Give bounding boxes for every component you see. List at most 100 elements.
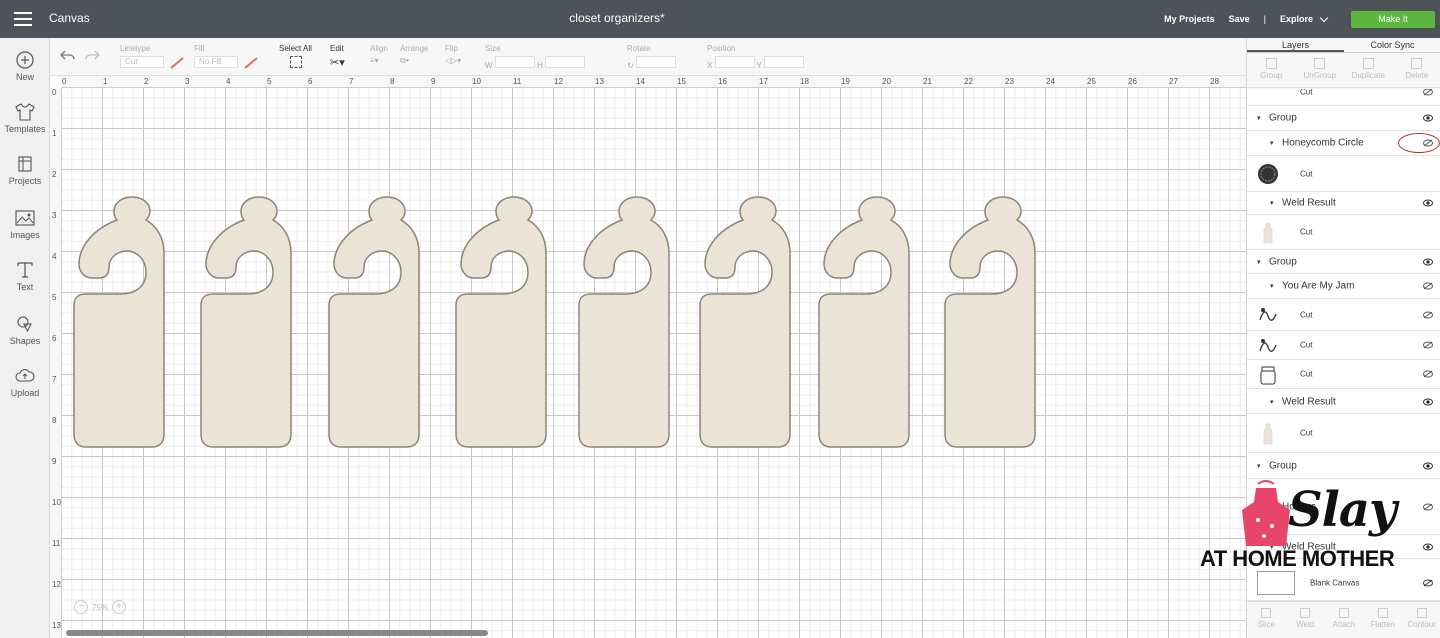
eye-visible-icon[interactable] <box>1423 462 1433 470</box>
layer-cut-row[interactable]: Cut <box>1247 331 1440 360</box>
layer-subgroup-row[interactable]: ▾ Weld Result <box>1247 192 1440 215</box>
zoom-in-button[interactable]: + <box>112 600 127 614</box>
slice-button[interactable]: Slice <box>1247 602 1286 638</box>
design-canvas[interactable]: 0 1 2 3 4 5 6 7 8 9 10 11 12 13 14 15 16 17 18 19 20 21 22 23 24… <box>50 76 1246 638</box>
weld-icon <box>1300 608 1311 618</box>
linetype-color-icon[interactable] <box>170 57 184 69</box>
attach-icon <box>1338 608 1349 618</box>
nav-upload[interactable]: Upload <box>0 366 50 398</box>
layer-cut-row[interactable]: Cut <box>1247 156 1440 192</box>
tab-color-sync[interactable]: Color Sync <box>1344 38 1440 52</box>
eye-visible-icon[interactable] <box>1423 114 1433 122</box>
tab-layers[interactable]: Layers <box>1247 38 1344 52</box>
horizontal-scrollbar[interactable] <box>66 630 488 636</box>
eye-visible-icon[interactable] <box>1423 398 1433 406</box>
contour-button[interactable]: Contour <box>1402 602 1440 638</box>
linetype-control[interactable]: Linetype Cut <box>120 44 164 68</box>
zoom-out-button[interactable]: − <box>74 600 88 614</box>
eye-hidden-icon[interactable] <box>1423 579 1433 587</box>
height-input[interactable] <box>545 56 586 68</box>
layer-subgroup-row[interactable]: ▾ Weld Result <box>1247 390 1440 414</box>
flip-button[interactable]: Flip ◁▷▾ <box>445 44 461 65</box>
arrange-button[interactable]: Arrange ⧉▾ <box>400 44 428 66</box>
closet-tag-shape[interactable] <box>455 196 547 448</box>
group-label: Group <box>1260 71 1283 80</box>
nav-shapes[interactable]: Shapes <box>0 314 50 346</box>
nav-text[interactable]: Text <box>0 260 50 292</box>
x-input[interactable] <box>714 56 755 68</box>
document-title: closet organizers* <box>569 11 665 25</box>
layer-group-row[interactable]: ▾ Group <box>1247 453 1440 479</box>
closet-tag-shape[interactable] <box>578 196 670 448</box>
align-button[interactable]: Align ≡▾ <box>370 44 388 65</box>
caret-down-icon[interactable]: ▾ <box>1257 258 1261 266</box>
y-input[interactable] <box>764 56 805 68</box>
caret-down-icon[interactable]: ▾ <box>1270 282 1274 290</box>
layer-group-row[interactable]: ▾ Group <box>1247 250 1440 274</box>
nav-new[interactable]: New <box>0 50 50 82</box>
select-all-button[interactable]: Select All <box>279 44 312 68</box>
nav-label: Upload <box>10 388 40 398</box>
rotate-input[interactable] <box>635 56 676 68</box>
eye-visible-icon[interactable] <box>1423 199 1433 207</box>
watermark-subtitle: AT HOME MOTHER <box>1200 546 1395 571</box>
size-label: Size <box>485 44 501 53</box>
closet-tag-shape[interactable] <box>699 196 791 448</box>
flip-label: Flip <box>445 44 458 53</box>
closet-tag-shape[interactable] <box>73 196 165 448</box>
closet-tag-shape[interactable] <box>944 196 1036 448</box>
jar-thumbnail-icon <box>1260 366 1276 384</box>
fill-color-icon[interactable] <box>244 57 258 69</box>
layer-cut-row[interactable]: Cut <box>1247 89 1440 106</box>
layer-group-row[interactable]: ▾ Group <box>1247 106 1440 131</box>
linetype-select[interactable]: Cut <box>120 56 164 68</box>
caret-down-icon[interactable]: ▾ <box>1270 139 1274 147</box>
caret-down-icon[interactable]: ▾ <box>1257 114 1261 122</box>
layer-cut-row[interactable]: Cut <box>1247 215 1440 250</box>
tag-shapes <box>73 196 1036 448</box>
save-link[interactable]: Save <box>1229 14 1250 24</box>
blank-canvas-label: Blank Canvas <box>1310 578 1360 587</box>
arrange-label: Arrange <box>400 44 429 53</box>
redo-icon[interactable] <box>84 49 100 63</box>
nav-images[interactable]: Images <box>0 208 50 240</box>
eye-hidden-icon[interactable] <box>1423 311 1433 319</box>
my-projects-link[interactable]: My Projects <box>1164 14 1215 24</box>
layer-subgroup-row[interactable]: ▾ You Are My Jam <box>1247 274 1440 299</box>
group-button[interactable]: Group <box>1247 54 1296 87</box>
flatten-button[interactable]: Flatten <box>1363 602 1402 638</box>
closet-tag-shape[interactable] <box>328 196 420 448</box>
duplicate-button[interactable]: Duplicate <box>1344 54 1393 87</box>
nav-templates[interactable]: Templates <box>0 102 50 134</box>
explore-dropdown[interactable]: Explore <box>1280 13 1329 24</box>
nav-projects[interactable]: Projects <box>0 154 50 186</box>
layer-cut-row[interactable]: Cut <box>1247 360 1440 389</box>
layer-cut-row[interactable]: Cut <box>1247 414 1440 453</box>
caret-down-icon[interactable]: ▾ <box>1257 462 1261 470</box>
top-bar: Canvas closet organizers* My Projects Sa… <box>0 0 1440 38</box>
width-input[interactable] <box>494 56 535 68</box>
eye-hidden-icon[interactable] <box>1423 89 1433 96</box>
eye-hidden-icon[interactable] <box>1423 370 1433 378</box>
eye-visible-icon[interactable] <box>1423 258 1433 266</box>
fill-select[interactable]: No Fill <box>194 56 238 68</box>
nav-label: Templates <box>4 124 46 134</box>
height-label: H <box>537 61 543 70</box>
caret-down-icon[interactable]: ▾ <box>1270 398 1274 406</box>
delete-button[interactable]: Delete <box>1393 54 1440 87</box>
closet-tag-shape[interactable] <box>200 196 292 448</box>
undo-icon[interactable] <box>60 49 76 63</box>
layer-cut-row[interactable]: Cut <box>1247 299 1440 331</box>
closet-tag-shape[interactable] <box>818 196 910 448</box>
caret-down-icon[interactable]: ▾ <box>1270 199 1274 207</box>
nav-label: Images <box>10 230 40 240</box>
weld-button[interactable]: Weld <box>1286 602 1325 638</box>
ungroup-button[interactable]: UnGroup <box>1296 54 1345 87</box>
eye-hidden-icon[interactable] <box>1423 341 1433 349</box>
edit-button[interactable]: Edit ✂▾ <box>330 44 345 69</box>
eye-hidden-icon[interactable] <box>1423 282 1433 290</box>
attach-button[interactable]: Attach <box>1325 602 1364 638</box>
make-it-button[interactable]: Make It <box>1351 10 1435 28</box>
fill-control[interactable]: Fill No Fill <box>194 44 238 68</box>
layer-label: Cut <box>1300 340 1313 350</box>
